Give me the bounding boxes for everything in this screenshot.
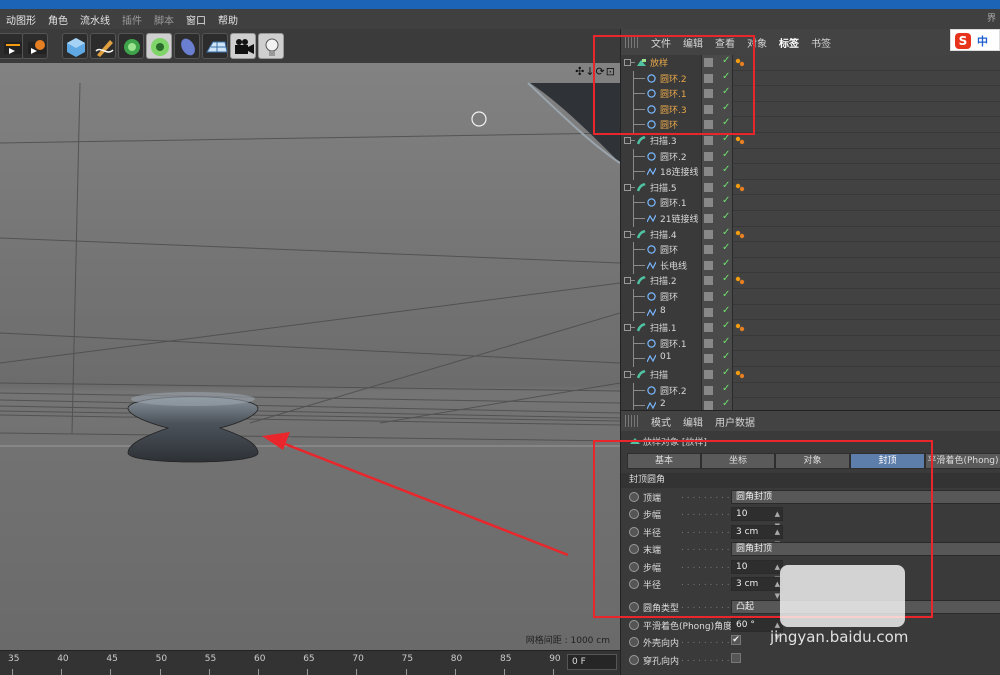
watermark-text: jingyan.baidu.com xyxy=(770,628,908,645)
watermark-logo: jingyan.baidu.com xyxy=(770,565,908,645)
